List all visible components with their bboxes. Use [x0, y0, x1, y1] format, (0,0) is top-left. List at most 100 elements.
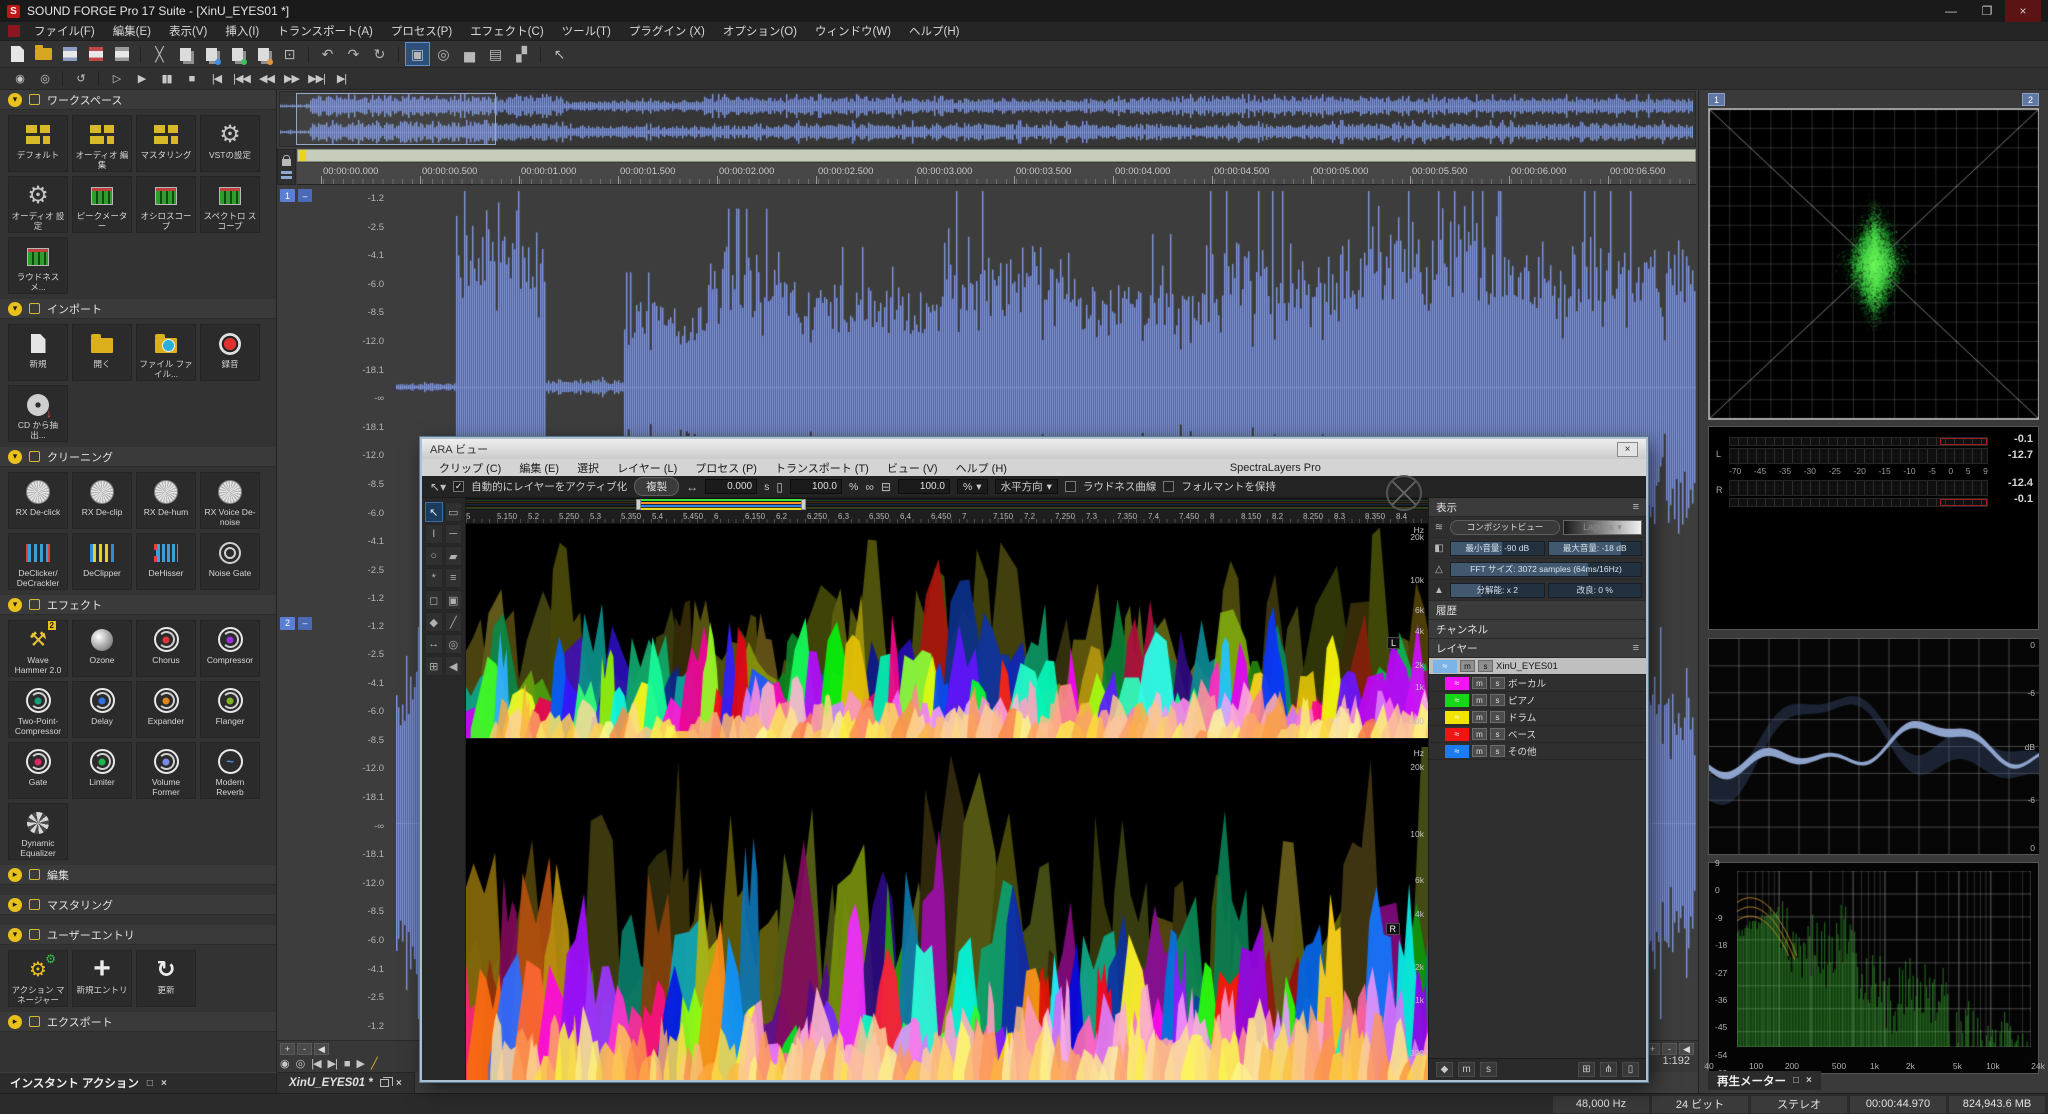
zoom-ratio[interactable]: 1:192 — [1662, 1055, 1690, 1067]
record-icon[interactable]: ◉ — [280, 1057, 289, 1070]
ara-title-bar[interactable]: ARA ビュー × — [422, 439, 1646, 459]
action-tile[interactable]: RX De-click — [8, 472, 68, 529]
ara-menu-item[interactable]: レイヤー (L) — [608, 463, 686, 475]
marker-tool-icon[interactable] — [281, 171, 292, 174]
chevron-icon[interactable]: ▾ — [8, 93, 22, 107]
solo-button[interactable]: s — [1490, 677, 1505, 689]
zoom-in-button[interactable]: + — [280, 1043, 295, 1055]
solo-button[interactable]: s — [1490, 745, 1505, 757]
ara-menu-item[interactable]: ヘルプ (H) — [947, 463, 1016, 475]
selection-handle-left[interactable] — [636, 499, 641, 510]
menu-item[interactable]: 編集(E) — [104, 26, 160, 38]
position-scrollbar[interactable] — [297, 149, 1696, 162]
history-panel-header[interactable]: 履歴 — [1429, 601, 1646, 620]
menu-item[interactable]: ファイル(F) — [25, 26, 104, 38]
section-header[interactable]: ▸ マスタリング — [0, 895, 276, 915]
pause-icon[interactable]: ▮▮ — [155, 70, 178, 88]
action-tile[interactable]: Two-Point- Compressor — [8, 681, 68, 738]
menu-item[interactable]: 表示(V) — [160, 26, 216, 38]
action-tile[interactable]: ファイル ファイル... — [136, 324, 196, 381]
section-header[interactable]: ▾ インポート — [0, 299, 276, 319]
go-to-start-icon[interactable]: |◀ — [205, 70, 228, 88]
chevron-icon[interactable]: ▾ — [8, 450, 22, 464]
menu-item[interactable]: エフェクト(C) — [461, 26, 552, 38]
action-tile[interactable]: アクション マネージャー — [8, 950, 68, 1007]
action-tile[interactable]: 録音 — [200, 324, 260, 381]
action-tile[interactable]: 新規 — [8, 324, 68, 381]
next-marker-icon[interactable]: ▶▶| — [305, 70, 328, 88]
close-icon[interactable]: × — [1806, 1075, 1812, 1086]
selection-range[interactable] — [639, 499, 803, 510]
save-icon[interactable] — [58, 43, 81, 65]
action-tile[interactable]: オーディオ 編集 — [72, 115, 132, 172]
trim-icon[interactable]: ⊡ — [278, 43, 301, 65]
loop-playback-icon[interactable]: ↺ — [69, 70, 92, 88]
ara-menu-item[interactable]: プロセス (P) — [686, 463, 766, 475]
section-header[interactable]: ▾ ワークスペース — [0, 90, 276, 110]
fft-size-slider[interactable]: FFT サイズ: 3072 samples (64ms/16Hz) — [1450, 562, 1642, 577]
action-tile[interactable]: ピークメーター — [72, 176, 132, 233]
ara-menu-item[interactable]: 選択 — [568, 463, 608, 475]
action-tile[interactable]: ラウドネスメ... — [8, 237, 68, 294]
action-tile[interactable]: DeClipper — [72, 533, 132, 590]
amplify-tool[interactable]: ◆ — [425, 612, 443, 632]
resolution-slider[interactable]: 分解能: x 2 — [1450, 583, 1545, 598]
action-tile[interactable]: 新規エントリ — [72, 950, 132, 1007]
layer-row[interactable]: m s ベース — [1429, 726, 1646, 743]
open-file-icon[interactable] — [32, 43, 55, 65]
zoom-tool[interactable]: ◎ — [445, 634, 463, 654]
action-tile[interactable]: Chorus — [136, 620, 196, 677]
clone-stamp-tool[interactable]: ▣ — [445, 590, 463, 610]
menu-item[interactable]: オプション(O) — [714, 26, 806, 38]
spectral-channel-right[interactable]: Hz 20k10k6k4k2k1k300 R — [466, 747, 1428, 1080]
collapse-channel-1[interactable]: – — [298, 189, 312, 202]
float-icon[interactable]: □ — [147, 1078, 153, 1089]
undo-icon[interactable]: ↶ — [316, 43, 339, 65]
stop-icon[interactable]: ■ — [344, 1058, 350, 1070]
panel-menu-icon[interactable]: ≡ — [1633, 501, 1639, 513]
previous-marker-icon[interactable]: |◀◀ — [230, 70, 253, 88]
spectral-channel-left[interactable]: Hz 20k10k6k4k2k1k300 L — [466, 524, 1428, 739]
mute-button[interactable]: m — [1472, 745, 1487, 757]
unmix-icon[interactable]: ⋔ — [1600, 1062, 1617, 1077]
loudness-checkbox[interactable] — [1065, 481, 1076, 492]
action-tile[interactable]: Delay — [72, 681, 132, 738]
solo-button[interactable]: s — [1490, 728, 1505, 740]
playback-meter-tab[interactable]: 再生メーター □ × — [1708, 1071, 1821, 1090]
menu-item[interactable]: プラグイン (X) — [620, 26, 714, 38]
ara-time-ruler[interactable]: 55.1505.25.2505.35.3505.45.45066.1506.26… — [466, 511, 1428, 524]
stop-icon[interactable]: ■ — [180, 70, 203, 88]
delete-layer-icon[interactable]: ▯ — [1622, 1062, 1639, 1077]
maximize-button[interactable]: ❐ — [1969, 0, 2005, 22]
mute-button[interactable]: m — [1458, 1062, 1475, 1077]
action-tile[interactable]: Compressor — [200, 620, 260, 677]
action-tile[interactable]: 更新 — [136, 950, 196, 1007]
edit-tool-icon[interactable]: ╱ — [371, 1057, 377, 1070]
action-tile[interactable]: CD から抽出... — [8, 385, 68, 442]
direction-dropdown[interactable]: 水平方向▾ — [995, 479, 1058, 494]
layer-thumbnail[interactable] — [1445, 745, 1469, 758]
mute-button[interactable]: m — [1472, 728, 1487, 740]
rectangle-select-tool[interactable]: ▭ — [445, 502, 463, 522]
cube-3d-tool[interactable]: ⊞ — [425, 656, 443, 676]
restore-icon[interactable] — [380, 1079, 389, 1087]
h-zoom-out-button[interactable]: - — [1662, 1043, 1677, 1055]
min-power-slider[interactable]: 最小音量: -90 dB — [1450, 541, 1545, 556]
chevron-icon[interactable]: ▾ — [8, 928, 22, 942]
section-header[interactable]: ▸ エクスポート — [0, 1012, 276, 1032]
playback-tool[interactable]: ◀ — [445, 656, 463, 676]
mute-button[interactable]: m — [1460, 660, 1475, 672]
float-icon[interactable]: □ — [1793, 1075, 1799, 1086]
layer-row[interactable]: m s その他 — [1429, 743, 1646, 760]
layer-minimap[interactable] — [466, 498, 1428, 511]
close-icon[interactable]: × — [396, 1078, 402, 1089]
action-tile[interactable]: RX De-hum — [136, 472, 196, 529]
channel-1-badge[interactable]: 1 — [280, 189, 295, 202]
eraser-tool[interactable]: ◻ — [425, 590, 443, 610]
zoom-selection-icon[interactable]: ◎ — [432, 43, 455, 65]
collapse-channel-2[interactable]: – — [298, 617, 312, 630]
play-icon[interactable]: ▶ — [357, 1057, 364, 1070]
rewind-icon[interactable]: ◀◀ — [255, 70, 278, 88]
layer-thumbnail[interactable] — [1445, 711, 1469, 724]
fill-bucket-icon[interactable]: ◆ — [1436, 1062, 1453, 1077]
